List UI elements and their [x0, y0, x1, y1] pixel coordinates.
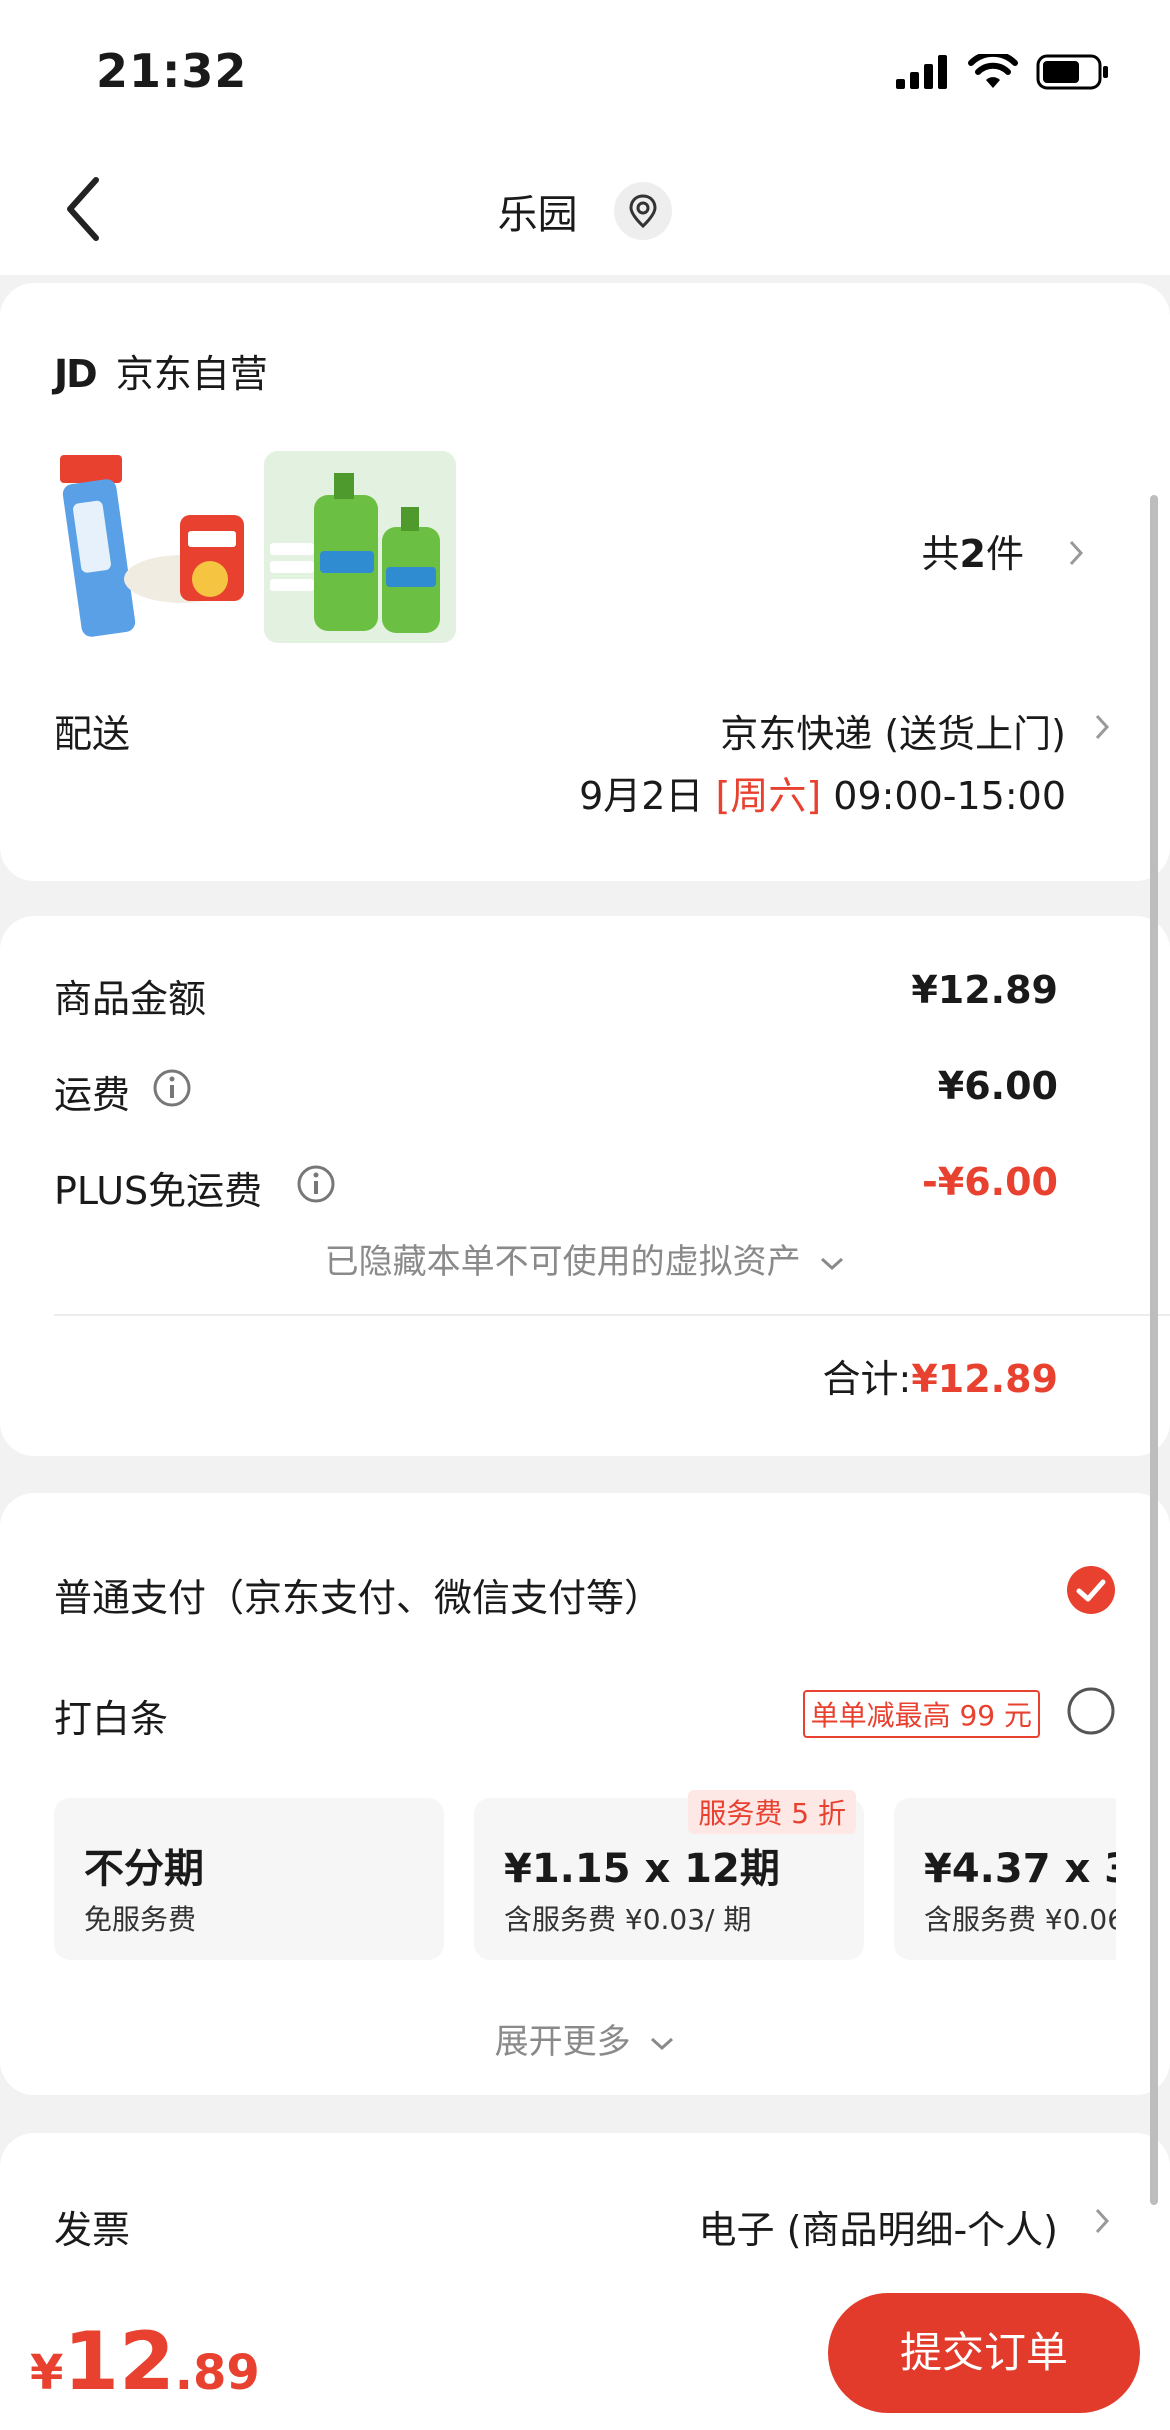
chevron-down-icon	[821, 1257, 844, 1270]
status-time: 21:32	[96, 44, 248, 98]
shipping-label: 运费	[54, 1073, 131, 1117]
total-row: 合计:¥12.89	[823, 1348, 1058, 1403]
page-title: 乐园	[497, 192, 578, 238]
shipping-value: ¥6.00	[937, 1064, 1058, 1108]
delivery-slot[interactable]: 9月2日 [周六] 09:00-15:00	[579, 765, 1066, 820]
radio-unselected-icon[interactable]	[1066, 1686, 1116, 1736]
scrollbar[interactable]	[1150, 495, 1158, 2205]
delivery-weekday: [周六]	[715, 774, 822, 818]
price-integer: 12	[63, 2315, 175, 2408]
item-count[interactable]: 共2件	[922, 523, 1024, 578]
wifi-icon	[968, 54, 1018, 88]
product-image-handwash[interactable]	[264, 451, 456, 643]
checkmark-selected-icon[interactable]	[1066, 1565, 1116, 1615]
total-value: ¥12.89	[911, 1357, 1058, 1401]
nav-title-wrap: 乐园	[0, 182, 1170, 240]
nav-bar: 乐园	[0, 150, 1170, 275]
submit-order-label: 提交订单	[899, 2328, 1068, 2377]
hidden-assets-text: 已隐藏本单不可使用的虚拟资产	[324, 1242, 801, 1282]
goods-amount-label: 商品金额	[54, 977, 207, 1021]
chevron-right-icon	[1095, 714, 1110, 740]
fees-card: 商品金额 ¥12.89 运费 ¥6.00 PLUS免运费 -¥6.00 已隐藏本…	[0, 916, 1170, 1456]
info-icon[interactable]	[296, 1164, 336, 1204]
battery-icon	[1036, 54, 1108, 90]
order-card: JD 京东自营 共2件 配送 京东快递 (送货上门) 9月2日 [周六] 09:…	[0, 283, 1170, 881]
location-icon[interactable]	[614, 182, 673, 240]
jd-logo: JD	[54, 352, 98, 396]
store-name: 京东自营	[115, 352, 268, 396]
chevron-right-icon	[1095, 2208, 1110, 2234]
store-header: JD 京东自营	[54, 343, 268, 398]
footer-bar: ¥12.89 提交订单	[0, 2275, 1170, 2430]
invoice-label: 发票	[54, 2208, 131, 2252]
divider	[54, 1314, 1170, 1316]
normal-payment-label[interactable]: 普通支付（京东支付、微信支付等）	[54, 1567, 662, 1622]
baitiao-label[interactable]: 打白条	[54, 1688, 168, 1743]
goods-amount-value: ¥12.89	[911, 968, 1058, 1012]
status-bar: 21:32	[0, 0, 1170, 150]
total-label: 合计:	[822, 1357, 912, 1401]
delivery-method[interactable]: 京东快递 (送货上门)	[720, 703, 1066, 758]
chevron-right-icon	[1069, 540, 1084, 566]
delivery-time: 09:00-15:00	[833, 774, 1066, 818]
signal-icon	[896, 55, 947, 89]
hidden-assets-toggle[interactable]: 已隐藏本单不可使用的虚拟资产	[0, 1234, 1170, 1283]
item-count-prefix: 共	[921, 532, 960, 576]
price-currency: ¥	[30, 2345, 64, 2401]
chevron-down-icon	[651, 2037, 674, 2050]
price-decimal: .89	[174, 2345, 260, 2401]
baitiao-badge: 单单减最高 99 元	[802, 1690, 1040, 1738]
product-image-milk[interactable]	[54, 451, 246, 643]
delivery-label: 配送	[54, 712, 131, 756]
status-icons	[896, 54, 1110, 90]
expand-more[interactable]: 展开更多	[0, 2014, 1170, 2063]
submit-order-button[interactable]: 提交订单	[828, 2293, 1140, 2413]
footer-price: ¥12.89	[30, 2315, 260, 2408]
plus-free-shipping-label: PLUS免运费	[54, 1169, 263, 1213]
item-count-number: 2	[959, 532, 986, 576]
info-icon[interactable]	[152, 1068, 192, 1108]
expand-more-text: 展开更多	[494, 2022, 631, 2062]
invoice-value: 电子 (商品明细-个人)	[698, 2208, 1058, 2252]
item-count-suffix: 件	[985, 532, 1024, 576]
delivery-date: 9月2日	[579, 774, 704, 818]
plus-free-shipping-value: -¥6.00	[922, 1160, 1058, 1204]
